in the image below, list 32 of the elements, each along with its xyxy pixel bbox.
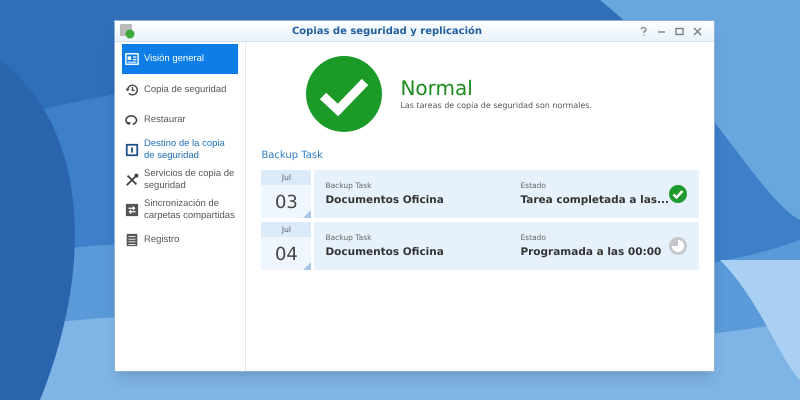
status-title: Normal bbox=[400, 76, 474, 100]
sidebar-item[interactable]: Visión general bbox=[122, 44, 238, 74]
overview-icon bbox=[125, 52, 139, 66]
app-icon bbox=[119, 23, 135, 39]
log-icon bbox=[125, 233, 139, 247]
sidebar-item[interactable]: Copia de seguridad bbox=[122, 75, 238, 105]
date-day: 03 bbox=[274, 189, 298, 216]
date-day: 04 bbox=[274, 241, 298, 268]
tools-icon bbox=[125, 173, 139, 187]
history-icon bbox=[125, 83, 139, 97]
task-name: Documentos Oficina bbox=[325, 244, 445, 260]
section-title: Backup Task bbox=[261, 150, 324, 162]
clock-icon bbox=[669, 237, 687, 255]
sidebar-item[interactable]: Registro bbox=[122, 225, 238, 255]
corner-fold-icon bbox=[303, 210, 312, 218]
corner-fold-icon bbox=[303, 262, 312, 270]
status-text: Programada a las 00:00 bbox=[520, 244, 662, 260]
maximize-icon[interactable] bbox=[675, 26, 684, 36]
sidebar-item[interactable]: Destino de la copia de seguridad bbox=[122, 135, 238, 165]
status-description: Las tareas de copia de seguridad son normales. bbox=[400, 100, 592, 112]
help-icon[interactable] bbox=[639, 26, 648, 36]
task-name: Documentos Oficina bbox=[325, 192, 445, 208]
close-icon[interactable] bbox=[693, 26, 702, 36]
sidebar-item[interactable]: Servicios de copia de seguridad bbox=[122, 165, 238, 195]
sidebar-item[interactable]: Restaurar bbox=[122, 105, 238, 135]
window-title: Copias de seguridad y replicación bbox=[290, 24, 484, 38]
check-icon bbox=[306, 56, 382, 132]
check-icon bbox=[669, 185, 687, 203]
status-text: Tarea completada a las... bbox=[520, 192, 669, 208]
sync-icon bbox=[125, 203, 139, 217]
sidebar-item[interactable]: Sincronización de carpetas compartidas bbox=[122, 195, 238, 225]
restore-icon bbox=[125, 113, 139, 127]
